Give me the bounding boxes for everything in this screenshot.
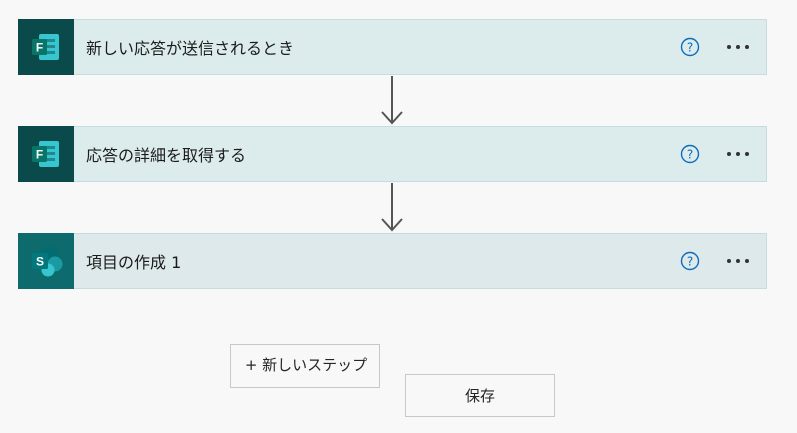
more-options-icon[interactable] — [724, 144, 752, 164]
forms-icon: F — [18, 125, 74, 182]
step-title: 新しい応答が送信されるとき — [86, 39, 295, 58]
svg-text:?: ? — [687, 255, 693, 269]
help-icon[interactable]: ? — [680, 144, 700, 164]
arrow-down-icon — [381, 76, 403, 125]
step-title: 項目の作成 1 — [86, 253, 182, 272]
more-options-icon[interactable] — [724, 37, 752, 57]
svg-text:S: S — [36, 254, 44, 268]
flow-step-create-item[interactable]: S 項目の作成 1 ? — [18, 232, 767, 289]
flow-designer-canvas: F 新しい応答が送信されるとき ? F 応答の詳細を取得する ? S 項目の作成… — [0, 0, 797, 433]
flow-step-trigger[interactable]: F 新しい応答が送信されるとき ? — [18, 18, 767, 75]
save-button[interactable]: 保存 — [405, 374, 555, 417]
sharepoint-icon: S — [18, 232, 74, 289]
flow-step-get-response-details[interactable]: F 応答の詳細を取得する ? — [18, 125, 767, 182]
step-title: 応答の詳細を取得する — [86, 146, 247, 165]
arrow-down-icon — [381, 183, 403, 232]
new-step-label: + 新しいステップ — [244, 356, 368, 374]
svg-text:F: F — [36, 40, 43, 54]
svg-text:?: ? — [687, 41, 693, 55]
forms-icon: F — [18, 18, 74, 75]
svg-text:?: ? — [687, 148, 693, 162]
more-options-icon[interactable] — [724, 251, 752, 271]
svg-text:F: F — [36, 147, 43, 161]
help-icon[interactable]: ? — [680, 37, 700, 57]
new-step-button[interactable]: + 新しいステップ — [230, 344, 380, 388]
help-icon[interactable]: ? — [680, 251, 700, 271]
